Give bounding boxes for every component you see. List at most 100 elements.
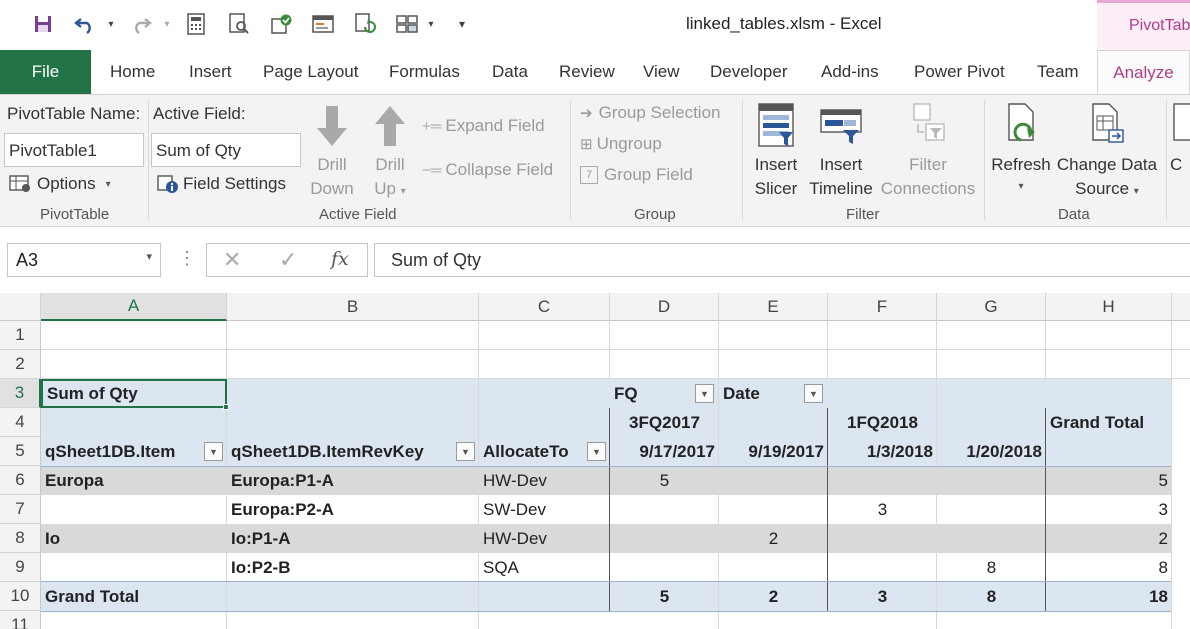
pivot-value-cell[interactable]: 2 xyxy=(719,524,828,553)
collapse-field-button[interactable]: −═ Collapse Field xyxy=(422,160,553,180)
tab-data[interactable]: Data xyxy=(492,62,528,82)
row-header-9[interactable]: 9 xyxy=(0,553,41,582)
redo-dropdown-icon[interactable]: ▾ xyxy=(160,10,174,38)
column-header-c[interactable]: C xyxy=(479,293,610,321)
pivot-value-cell[interactable] xyxy=(828,524,937,553)
group-field-button[interactable]: 7 Group Field xyxy=(580,165,693,185)
pivot-row-revkey[interactable]: Io:P2-B xyxy=(227,553,479,582)
pivot-grand-total-cell[interactable]: 3 xyxy=(828,582,937,611)
field-settings-button[interactable]: Field Settings xyxy=(157,174,286,194)
pivot-row-allocate[interactable]: HW-Dev xyxy=(479,466,610,495)
pivot-value-cell[interactable] xyxy=(719,466,828,495)
tab-review[interactable]: Review xyxy=(559,62,615,82)
tab-power-pivot[interactable]: Power Pivot xyxy=(914,62,1005,82)
pivot-value-cell[interactable] xyxy=(828,553,937,582)
column-header-partial[interactable] xyxy=(1172,293,1190,321)
form-icon[interactable] xyxy=(310,10,336,38)
pivot-date-header[interactable]: 9/19/2017 xyxy=(719,437,828,466)
tab-page-layout[interactable]: Page Layout xyxy=(263,62,358,82)
fill-handle[interactable] xyxy=(223,404,229,410)
pivot-row-allocate[interactable]: HW-Dev xyxy=(479,524,610,553)
tab-view[interactable]: View xyxy=(643,62,680,82)
tab-team[interactable]: Team xyxy=(1037,62,1079,82)
pivot-value-cell[interactable] xyxy=(610,553,719,582)
name-box[interactable]: A3 ▾ xyxy=(7,243,161,277)
formula-bar-splitter-icon[interactable]: ⋮ xyxy=(178,248,196,269)
row-header-10[interactable]: 10 xyxy=(0,582,41,611)
pivot-column-fq2[interactable]: 1FQ2018 xyxy=(828,408,937,437)
pivot-row-item[interactable]: Europa xyxy=(41,466,227,495)
pivot-value-cell[interactable] xyxy=(719,553,828,582)
name-box-dropdown-icon[interactable]: ▾ xyxy=(146,250,152,263)
row-header-8[interactable]: 8 xyxy=(0,524,41,553)
pivot-value-cell[interactable]: 5 xyxy=(610,466,719,495)
row-header-3[interactable]: 3 xyxy=(0,379,41,408)
filter-dropdown-icon[interactable]: ▼ xyxy=(456,442,475,461)
layout-dropdown-icon[interactable]: ▾ xyxy=(424,10,438,38)
undo-icon[interactable] xyxy=(72,10,98,38)
save-icon[interactable] xyxy=(30,10,56,38)
tab-insert[interactable]: Insert xyxy=(189,62,232,82)
row-header-11[interactable]: 11 xyxy=(0,611,41,629)
insert-slicer-button[interactable]: Insert Slicer xyxy=(750,102,802,201)
pivot-value-cell[interactable]: 8 xyxy=(937,553,1046,582)
enter-icon[interactable]: ✓ xyxy=(279,247,297,273)
row-header-1[interactable]: 1 xyxy=(0,321,41,350)
calculator-icon[interactable] xyxy=(184,10,208,38)
pivot-row-total[interactable]: 2 xyxy=(1046,524,1172,553)
pivot-row-allocate[interactable]: SQA xyxy=(479,553,610,582)
pivot-date-header[interactable]: 1/20/2018 xyxy=(937,437,1046,466)
pivot-grand-total-cell[interactable]: 5 xyxy=(610,582,719,611)
refresh-button[interactable]: Refresh ▾ xyxy=(990,102,1052,197)
pivot-value-cell[interactable] xyxy=(610,495,719,524)
expand-field-button[interactable]: +═ Expand Field xyxy=(422,116,545,136)
pivot-date-header[interactable]: 9/17/2017 xyxy=(610,437,719,466)
pivot-row-total[interactable]: 8 xyxy=(1046,553,1172,582)
ungroup-button[interactable]: ⊞ Ungroup xyxy=(580,134,662,154)
filter-connections-button[interactable]: Filter Connections xyxy=(878,102,978,201)
column-header-f[interactable]: F xyxy=(828,293,937,321)
pivot-row-allocate[interactable]: SW-Dev xyxy=(479,495,610,524)
clear-button-partial[interactable]: C xyxy=(1170,102,1190,202)
tab-developer[interactable]: Developer xyxy=(710,62,788,82)
pivot-column-fq1[interactable]: 3FQ2017 xyxy=(610,408,719,437)
drill-up-button[interactable]: Drill Up ▾ xyxy=(368,104,412,204)
pivot-value-cell[interactable] xyxy=(610,524,719,553)
row-header-4[interactable]: 4 xyxy=(0,408,41,437)
tab-formulas[interactable]: Formulas xyxy=(389,62,460,82)
pivot-row-revkey[interactable]: Europa:P1-A xyxy=(227,466,479,495)
cell-a3-selected[interactable]: Sum of Qty xyxy=(41,379,227,408)
options-button[interactable]: Options ▾ xyxy=(9,174,111,194)
print-preview-icon[interactable] xyxy=(226,10,252,38)
pivot-row-total[interactable]: 3 xyxy=(1046,495,1172,524)
tab-file[interactable]: File xyxy=(0,50,91,94)
select-all-corner[interactable] xyxy=(0,293,41,321)
pivot-row-item[interactable] xyxy=(41,495,227,524)
refresh-all-icon[interactable] xyxy=(352,10,378,38)
pivot-date-header[interactable]: 1/3/2018 xyxy=(828,437,937,466)
active-field-input[interactable]: Sum of Qty xyxy=(151,133,301,167)
row-header-5[interactable]: 5 xyxy=(0,437,41,466)
tab-home[interactable]: Home xyxy=(110,62,155,82)
pivot-row-revkey[interactable]: Io:P1-A xyxy=(227,524,479,553)
layout-icon[interactable] xyxy=(394,10,420,38)
pivot-value-cell[interactable] xyxy=(937,466,1046,495)
tab-add-ins[interactable]: Add-ins xyxy=(821,62,879,82)
pivot-value-cell[interactable] xyxy=(828,466,937,495)
pivot-value-cell[interactable] xyxy=(719,495,828,524)
column-header-h[interactable]: H xyxy=(1046,293,1172,321)
pivot-row-total[interactable]: 5 xyxy=(1046,466,1172,495)
filter-dropdown-icon[interactable]: ▼ xyxy=(204,442,223,461)
row-header-7[interactable]: 7 xyxy=(0,495,41,524)
pivot-value-cell[interactable] xyxy=(937,495,1046,524)
drill-down-button[interactable]: Drill Down xyxy=(310,104,354,204)
pivot-row-item[interactable] xyxy=(41,553,227,582)
pivot-grand-total-all[interactable]: 18 xyxy=(1046,582,1172,611)
column-header-e[interactable]: E xyxy=(719,293,828,321)
insert-function-icon[interactable]: fx xyxy=(331,248,349,270)
pivot-row-item[interactable]: Io xyxy=(41,524,227,553)
spelling-check-icon[interactable] xyxy=(268,10,294,38)
group-selection-button[interactable]: ➔ Group Selection xyxy=(580,103,720,123)
filter-dropdown-icon[interactable]: ▼ xyxy=(695,384,714,403)
undo-dropdown-icon[interactable]: ▾ xyxy=(104,10,118,38)
